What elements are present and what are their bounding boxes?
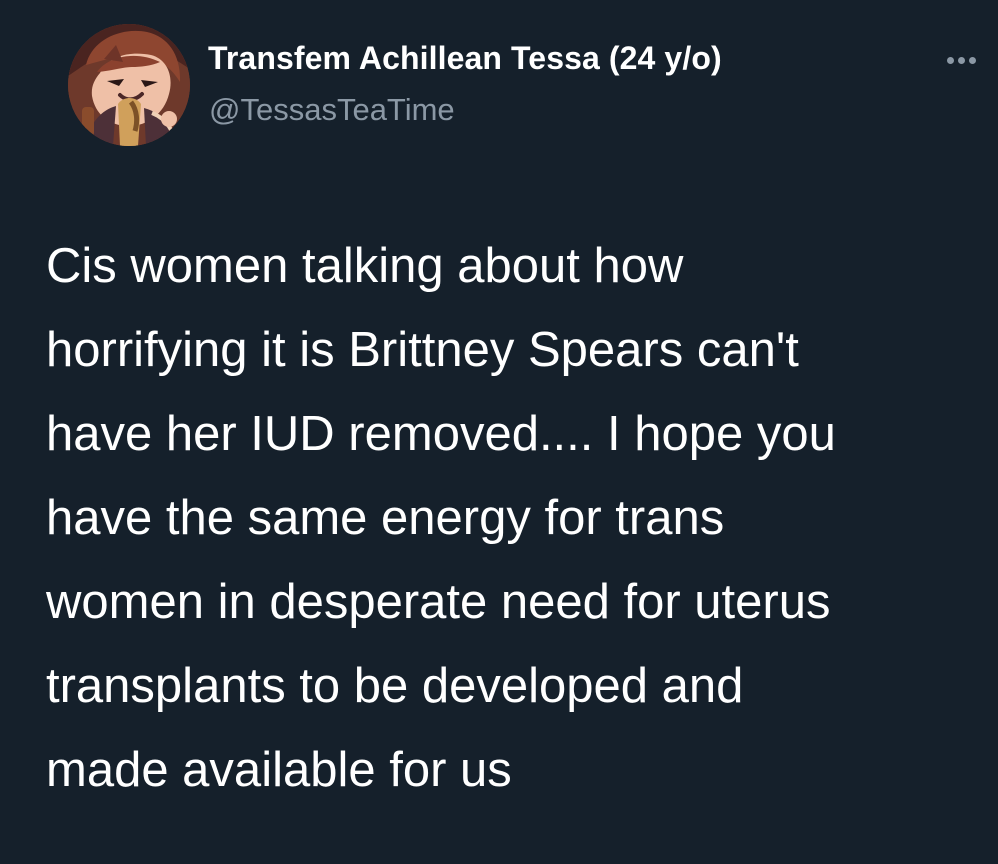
more-dot-1	[946, 56, 954, 64]
more-dot-2	[957, 56, 965, 64]
author-handle[interactable]: @TessasTeaTime	[209, 91, 455, 128]
tweet-text: Cis women talking about how horrifying i…	[46, 239, 836, 797]
tweet-card[interactable]: Transfem Achillean Tessa (24 y/o) @Tessa…	[0, 0, 998, 864]
more-dot-3	[968, 56, 976, 64]
author-display-name[interactable]: Transfem Achillean Tessa (24 y/o)	[208, 39, 722, 77]
profile-avatar[interactable]	[68, 24, 190, 146]
cartoon-avatar-icon	[68, 24, 190, 146]
more-options-icon[interactable]	[936, 48, 986, 72]
